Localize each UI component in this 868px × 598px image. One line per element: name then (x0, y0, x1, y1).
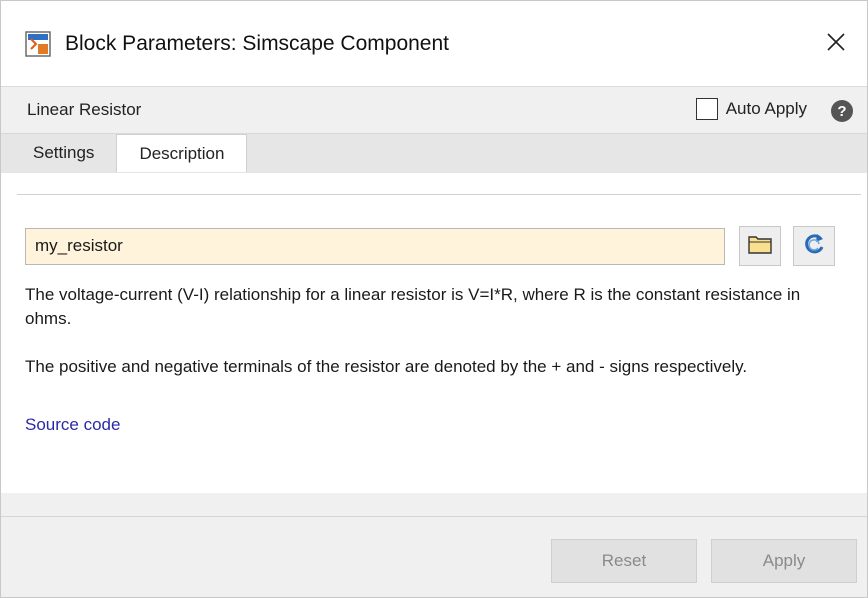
source-file-row (25, 226, 835, 266)
auto-apply-checkbox[interactable] (695, 98, 718, 120)
description-paragraph-2: The positive and negative terminals of t… (25, 357, 748, 376)
auto-apply-toggle[interactable]: Auto Apply (695, 98, 807, 120)
simulink-block-icon (25, 30, 51, 57)
block-name-label: Linear Resistor (27, 100, 142, 119)
tab-description[interactable]: Description (116, 134, 248, 172)
component-file-input[interactable] (25, 227, 725, 265)
block-header: Linear Resistor Auto Apply ? (1, 87, 867, 134)
apply-button[interactable]: Apply (711, 539, 857, 583)
folder-icon (747, 233, 773, 260)
refresh-icon (801, 231, 827, 262)
close-icon (825, 31, 847, 58)
divider (17, 194, 861, 195)
browse-button[interactable] (739, 226, 781, 266)
description-paragraph-1: The voltage-current (V-I) relationship f… (25, 285, 801, 328)
title-bar: Block Parameters: Simscape Component (1, 1, 867, 87)
tab-settings[interactable]: Settings (11, 134, 116, 172)
dialog-footer: Reset Apply (1, 516, 867, 597)
help-icon[interactable]: ? (831, 100, 853, 122)
refresh-button[interactable] (793, 226, 835, 266)
reset-button[interactable]: Reset (551, 539, 697, 583)
window-title: Block Parameters: Simscape Component (65, 31, 449, 55)
description-panel: The voltage-current (V-I) relationship f… (1, 173, 867, 493)
tab-bar: Settings Description (1, 134, 867, 173)
block-parameters-dialog: Block Parameters: Simscape Component Lin… (0, 0, 868, 598)
close-button[interactable] (819, 27, 853, 61)
auto-apply-label: Auto Apply (725, 99, 807, 118)
source-code-link[interactable]: Source code (25, 415, 120, 435)
